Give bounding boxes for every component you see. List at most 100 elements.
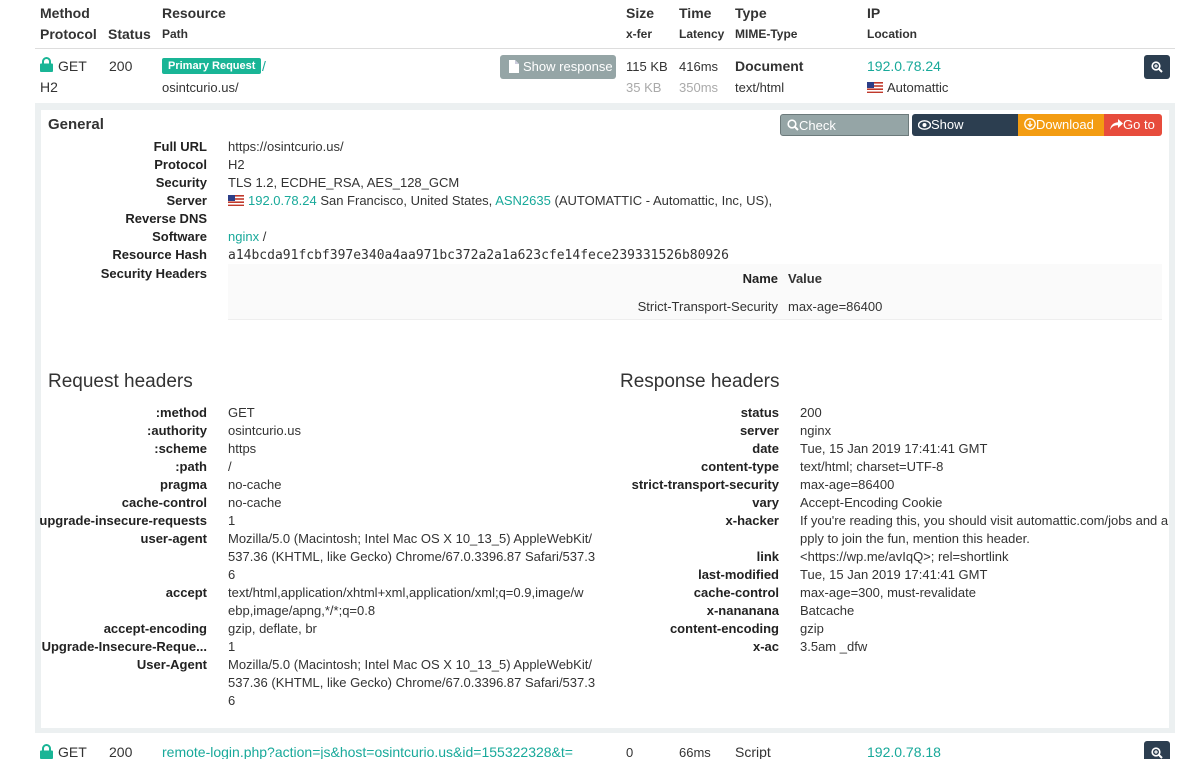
- response-header-value: text/html; charset=UTF-8: [800, 459, 944, 474]
- request-header-value: 6: [228, 567, 236, 582]
- header-divider: [35, 48, 1175, 49]
- response-header-key: x-ac: [752, 639, 779, 654]
- col-type: Type: [735, 5, 767, 21]
- request-header-value: gzip, deflate, br: [228, 621, 317, 636]
- sec-table-value-header: Value: [788, 271, 822, 286]
- sec-table-row-name: Strict-Transport-Security: [637, 299, 778, 314]
- row1-location-text: Automattic: [887, 80, 949, 95]
- server-ip-link[interactable]: 192.0.78.24: [248, 193, 317, 208]
- response-header-key: x-hacker: [725, 513, 779, 528]
- security-label: Security: [155, 175, 207, 190]
- zoom-in-icon: [1151, 747, 1163, 759]
- row1-location: Automattic: [867, 80, 948, 95]
- share-arrow-icon: [1110, 119, 1123, 130]
- row2-size: 0: [626, 745, 634, 759]
- request-header-value: https: [228, 441, 257, 456]
- row2-zoom-button[interactable]: [1144, 741, 1170, 759]
- show-response-button[interactable]: Show response: [500, 55, 616, 79]
- request-header-value: ebp,image/apng,*/*;q=0.8: [228, 603, 376, 618]
- row1-path-link[interactable]: /: [262, 58, 266, 74]
- server-value: 192.0.78.24 San Francisco, United States…: [228, 193, 772, 208]
- us-flag-icon: [228, 195, 244, 206]
- col-path: Path: [162, 27, 189, 41]
- response-header-value: gzip: [800, 621, 824, 636]
- check-archive-button[interactable]: Check archive.org: [780, 114, 909, 155]
- eye-icon: [917, 120, 932, 130]
- row1-time: 416ms: [679, 59, 719, 74]
- col-xfer: x-fer: [626, 27, 653, 41]
- col-latency: Latency: [679, 27, 725, 41]
- response-header-key: status: [740, 405, 779, 420]
- goto-label: Go to: [1123, 117, 1155, 132]
- request-header-key: pragma: [160, 477, 207, 492]
- file-icon: [509, 60, 519, 73]
- show-headers-button[interactable]: Show headers: [912, 114, 1018, 154]
- download-button[interactable]: Download: [1018, 114, 1104, 136]
- response-header-value: max-age=86400: [800, 477, 895, 492]
- primary-request-badge: Primary Request: [162, 58, 262, 74]
- row2-status: 200: [109, 744, 133, 759]
- download-icon: [1024, 118, 1036, 130]
- us-flag-icon: [867, 82, 883, 93]
- full-url-value: https://osintcurio.us/: [228, 139, 344, 154]
- request-header-value: no-cache: [228, 477, 282, 492]
- request-header-key: accept-encoding: [103, 621, 207, 636]
- row2-method: GET: [58, 744, 87, 759]
- response-header-value: Batcache: [800, 603, 855, 618]
- sec-table-name-header: Name: [742, 271, 778, 286]
- request-header-value: 6: [228, 693, 236, 708]
- request-header-value: 1: [228, 639, 236, 654]
- response-header-key: strict-transport-security: [631, 477, 779, 492]
- response-header-value: If you're reading this, you should visit…: [800, 513, 1169, 528]
- response-header-value: pply to join the fun, mention this heade…: [800, 531, 1030, 546]
- resource-hash-label: Resource Hash: [112, 247, 207, 262]
- lock-icon: [40, 744, 53, 759]
- request-header-key: :authority: [147, 423, 207, 438]
- zoom-in-icon: [1151, 61, 1163, 73]
- row2-ip-link[interactable]: 192.0.78.18: [867, 744, 941, 759]
- request-header-value: /: [228, 459, 232, 474]
- protocol-label: Protocol: [154, 157, 207, 172]
- col-time: Time: [679, 5, 712, 21]
- row1-xfer: 35 KB: [626, 80, 662, 95]
- response-header-key: last-modified: [698, 567, 779, 582]
- request-header-key: upgrade-insecure-requests: [39, 513, 207, 528]
- resource-hash-link[interactable]: a14bcda91fcbf397e340a4aa971bc372a2a1a623…: [228, 248, 729, 263]
- request-headers-title: Request headers: [48, 371, 193, 392]
- download-label: Download: [1036, 117, 1094, 132]
- col-mime: MIME-Type: [735, 27, 798, 41]
- request-header-key: User-Agent: [136, 657, 207, 672]
- request-header-key: Upgrade-Insecure-Reque...: [41, 639, 207, 654]
- request-header-key: :path: [175, 459, 207, 474]
- protocol-value: H2: [228, 157, 245, 172]
- row1-zoom-button[interactable]: [1144, 55, 1170, 79]
- row2-path-link[interactable]: remote-login.php?action=js&host=osintcur…: [162, 744, 610, 759]
- response-header-value: Tue, 15 Jan 2019 17:41:41 GMT: [800, 567, 988, 582]
- request-header-key: :method: [155, 405, 207, 420]
- request-header-value: Mozilla/5.0 (Macintosh; Intel Mac OS X 1…: [228, 657, 592, 672]
- col-method: Method: [40, 5, 90, 21]
- full-url-label: Full URL: [153, 139, 207, 154]
- response-header-value: max-age=300, must-revalidate: [800, 585, 976, 600]
- response-header-value: 3.5am _dfw: [800, 639, 868, 654]
- col-protocol: Protocol: [40, 26, 97, 42]
- row1-type: Document: [735, 58, 804, 74]
- request-header-key: accept: [165, 585, 207, 600]
- request-header-value: osintcurio.us: [228, 423, 301, 438]
- row1-ip-link[interactable]: 192.0.78.24: [867, 58, 941, 74]
- software-value: nginx /: [228, 229, 266, 244]
- response-header-value: 200: [800, 405, 822, 420]
- response-header-key: content-type: [701, 459, 779, 474]
- response-header-value: Accept-Encoding Cookie: [800, 495, 943, 510]
- response-header-key: content-encoding: [669, 621, 779, 636]
- row1-method: GET: [58, 58, 87, 74]
- col-location: Location: [867, 27, 917, 41]
- row1-latency: 350ms: [679, 80, 719, 95]
- response-header-key: link: [756, 549, 779, 564]
- software-label: Software: [152, 229, 207, 244]
- response-header-key: cache-control: [693, 585, 779, 600]
- security-value: TLS 1.2, ECDHE_RSA, AES_128_GCM: [228, 175, 460, 190]
- software-link[interactable]: nginx: [228, 229, 259, 244]
- goto-button[interactable]: Go to: [1104, 114, 1162, 136]
- server-asn-link[interactable]: ASN2635: [495, 193, 551, 208]
